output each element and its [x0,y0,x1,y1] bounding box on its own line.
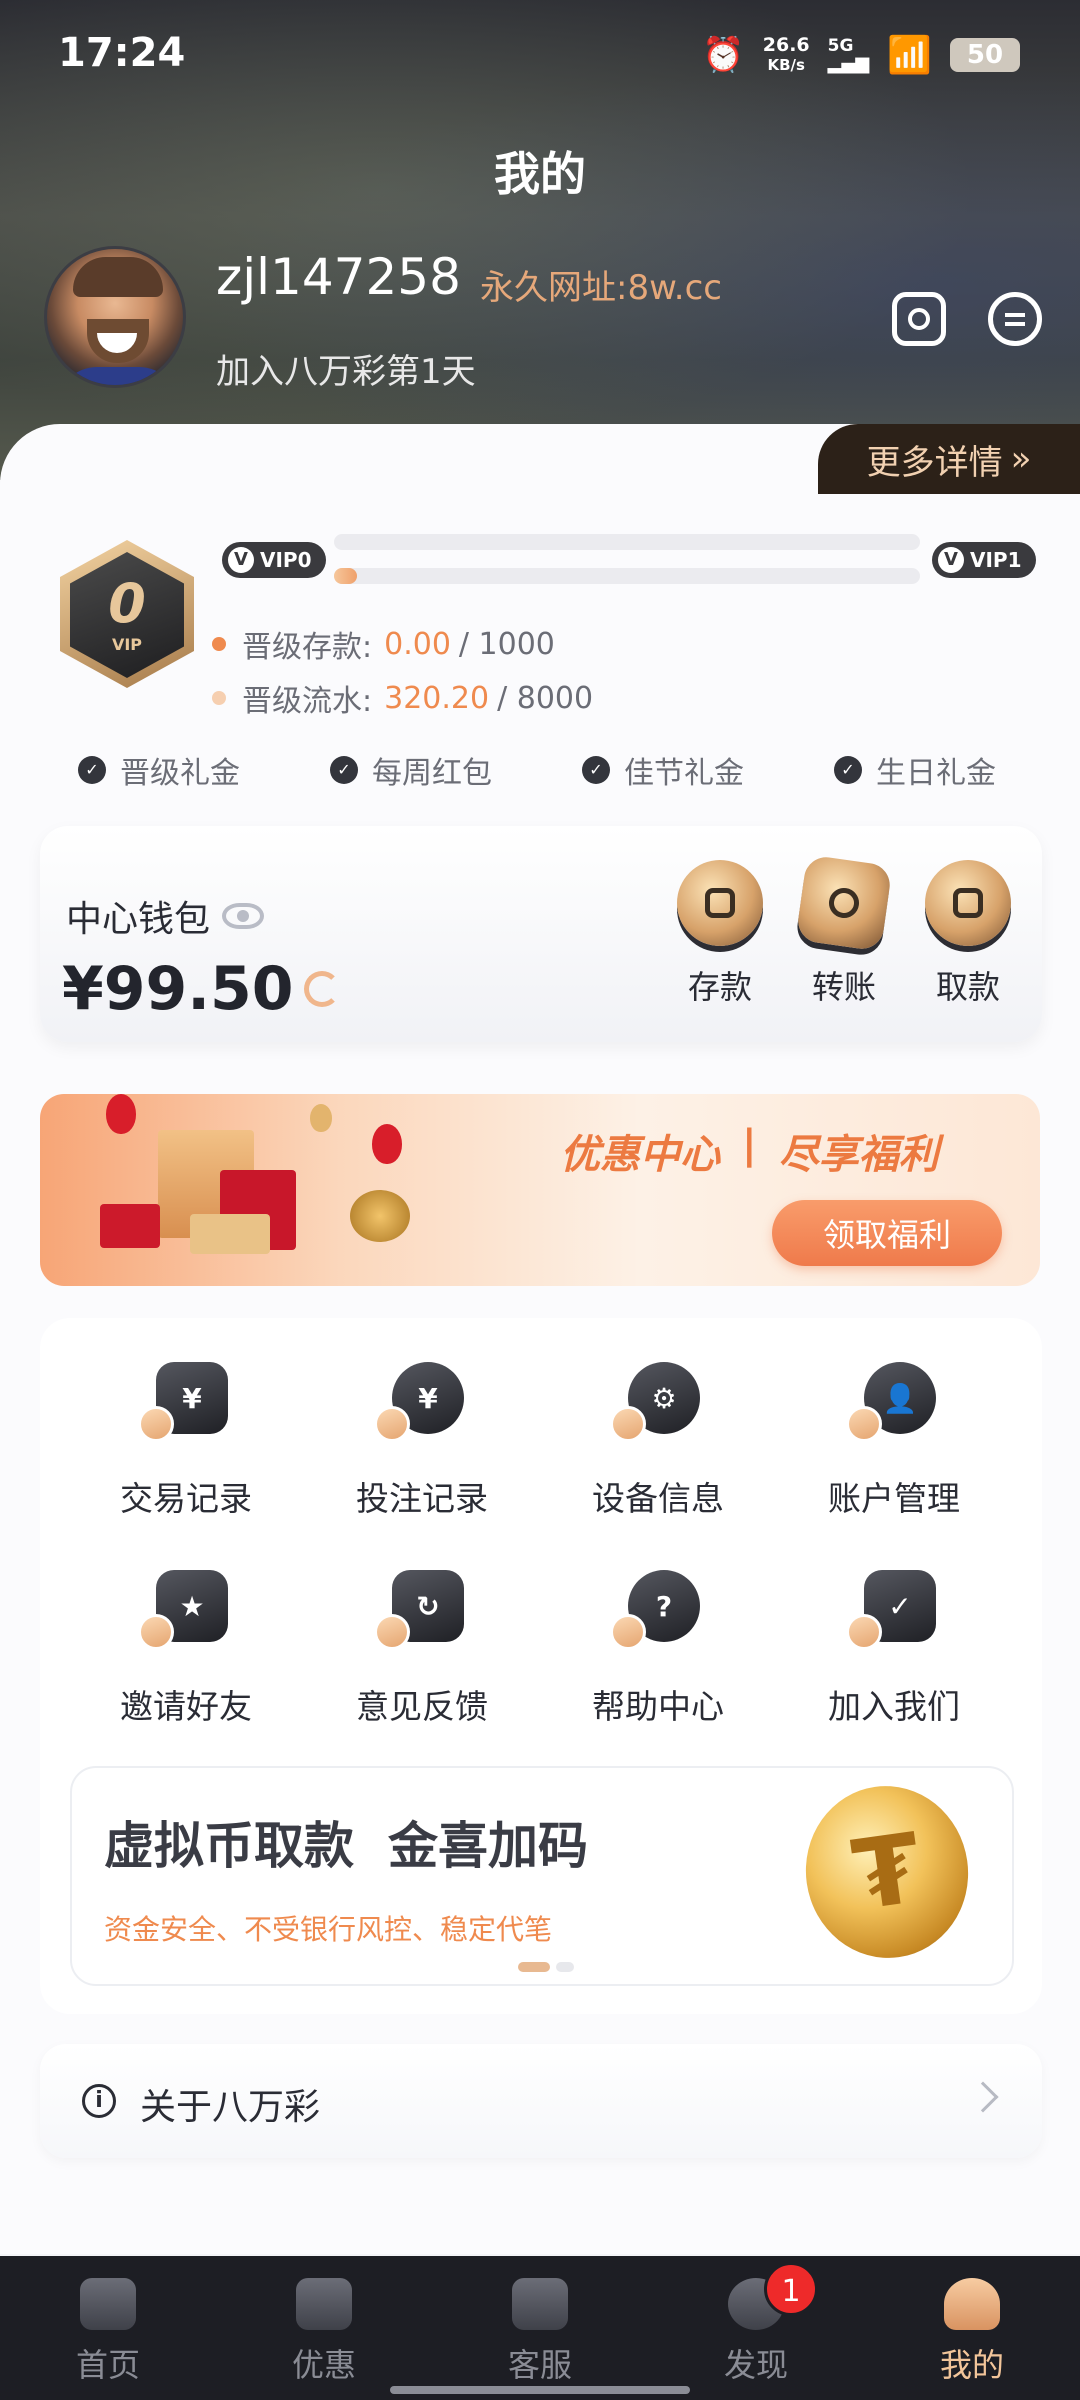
balloon-icon [310,1104,332,1132]
join-days-text: 加入八万彩第1天 [216,352,476,392]
feature-transaction-record[interactable]: ¥ 交易记录 [86,1362,286,1520]
invite-friends-icon: ★ [138,1570,234,1660]
check-icon: ✓ [834,756,862,784]
gift-box-icon [190,1214,270,1254]
vip-current-tag: V VIP0 [222,542,326,578]
about-label: 关于八万彩 [140,2087,321,2128]
net-speed: 26.6 KB/s [762,34,810,74]
status-indicators: ⏰ 26.6 KB/s 5G ▂▄▆ 📶 50 [702,34,1020,76]
pumpkin-icon [350,1190,410,1242]
username: zjl147258 [216,248,461,306]
carousel-indicator [518,1962,574,1972]
perk-birthday-bonus: ✓ 生日礼金 [834,748,996,792]
claim-benefits-button[interactable]: 领取福利 [772,1200,1002,1266]
deposit-requirement: 晋级存款: 0.00 / 1000 [212,622,555,666]
profile-icon [944,2278,1000,2330]
deposit-progress-bar [334,534,920,550]
info-icon: i [82,2084,116,2118]
vip-v-icon: V [228,547,254,573]
transfer-icon [795,854,893,952]
transaction-record-icon: ¥ [138,1362,234,1452]
message-icon[interactable] [988,292,1042,346]
feature-bet-record[interactable]: ¥ 投注记录 [322,1362,522,1520]
wifi-icon: 📶 [887,35,932,76]
permanent-url-link[interactable]: 永久网址:8w.cc [480,260,722,309]
transfer-button[interactable]: 转账 [794,854,894,1008]
signal-icon: ▂▄▆ [827,53,870,74]
more-details-button[interactable]: 更多详情 » [818,424,1080,494]
alarm-icon: ⏰ [702,35,745,75]
account-manage-icon: 👤 [846,1362,942,1452]
feature-invite-friends[interactable]: ★ 邀请好友 [86,1570,286,1728]
help-center-icon: ? [610,1570,706,1660]
turnover-progress-fill [334,568,358,584]
tab-customer-service[interactable]: 客服 [460,2278,620,2386]
vip-v-icon: V [938,547,964,573]
tab-profile[interactable]: 我的 [892,2278,1052,2386]
perk-weekly-redpacket: ✓ 每周红包 [330,748,492,792]
feedback-icon: ↻ [374,1570,470,1660]
balloon-icon [106,1094,136,1134]
battery-indicator: 50 [950,38,1020,72]
deposit-button[interactable]: 存款 [670,860,770,1008]
perk-holiday-bonus: ✓ 佳节礼金 [582,748,744,792]
feature-feedback[interactable]: ↻ 意见反馈 [322,1570,522,1728]
turnover-progress-bar [334,568,920,584]
withdraw-button[interactable]: 取款 [918,860,1018,1008]
vip-next-tag: V VIP1 [932,542,1036,578]
double-chevron-right-icon: » [1010,439,1032,479]
tab-promotion[interactable]: 优惠 [244,2278,404,2386]
device-info-icon: ⚙ [610,1362,706,1452]
promotion-icon [296,2278,352,2330]
home-indicator [390,2386,690,2394]
crypto-banner-title: 虚拟币取款 金喜加码 [104,1817,588,1875]
wallet-label: 中心钱包 [66,890,265,942]
refresh-icon[interactable] [303,971,340,1007]
deposit-icon [677,860,763,946]
balloon-icon [372,1124,402,1164]
gift-box-icon [100,1204,160,1248]
wallet-balance: ¥99.50 [62,954,340,1024]
check-icon: ✓ [78,756,106,784]
turnover-requirement: 晋级流水: 320.20 / 8000 [212,676,593,720]
join-us-icon: ✓ [846,1570,942,1660]
page-title: 我的 [494,147,586,201]
feature-join-us[interactable]: ✓ 加入我们 [794,1570,994,1728]
home-icon [80,2278,136,2330]
perk-upgrade-bonus: ✓ 晋级礼金 [78,748,240,792]
network-type: 5G ▂▄▆ [827,36,870,74]
eye-icon[interactable] [222,903,265,929]
feature-device-info[interactable]: ⚙ 设备信息 [558,1362,758,1520]
discover-badge: 1 [764,2262,818,2316]
avatar[interactable] [44,246,186,388]
withdraw-icon [925,860,1011,946]
promo-title: 优惠中心 | 尽享福利 [560,1122,939,1178]
feature-help-center[interactable]: ? 帮助中心 [558,1570,758,1728]
check-icon: ✓ [330,756,358,784]
customer-service-icon [512,2278,568,2330]
feature-account-manage[interactable]: 👤 账户管理 [794,1362,994,1520]
crypto-banner-subtitle: 资金安全、不受银行风控、稳定代笔 [104,1913,553,1946]
tab-home[interactable]: 首页 [28,2278,188,2386]
bet-record-icon: ¥ [374,1362,470,1452]
check-icon: ✓ [582,756,610,784]
status-bar: 17:24 ⏰ 26.6 KB/s 5G ▂▄▆ 📶 50 [0,0,1080,110]
status-time: 17:24 [58,30,186,76]
settings-icon[interactable] [892,292,946,346]
